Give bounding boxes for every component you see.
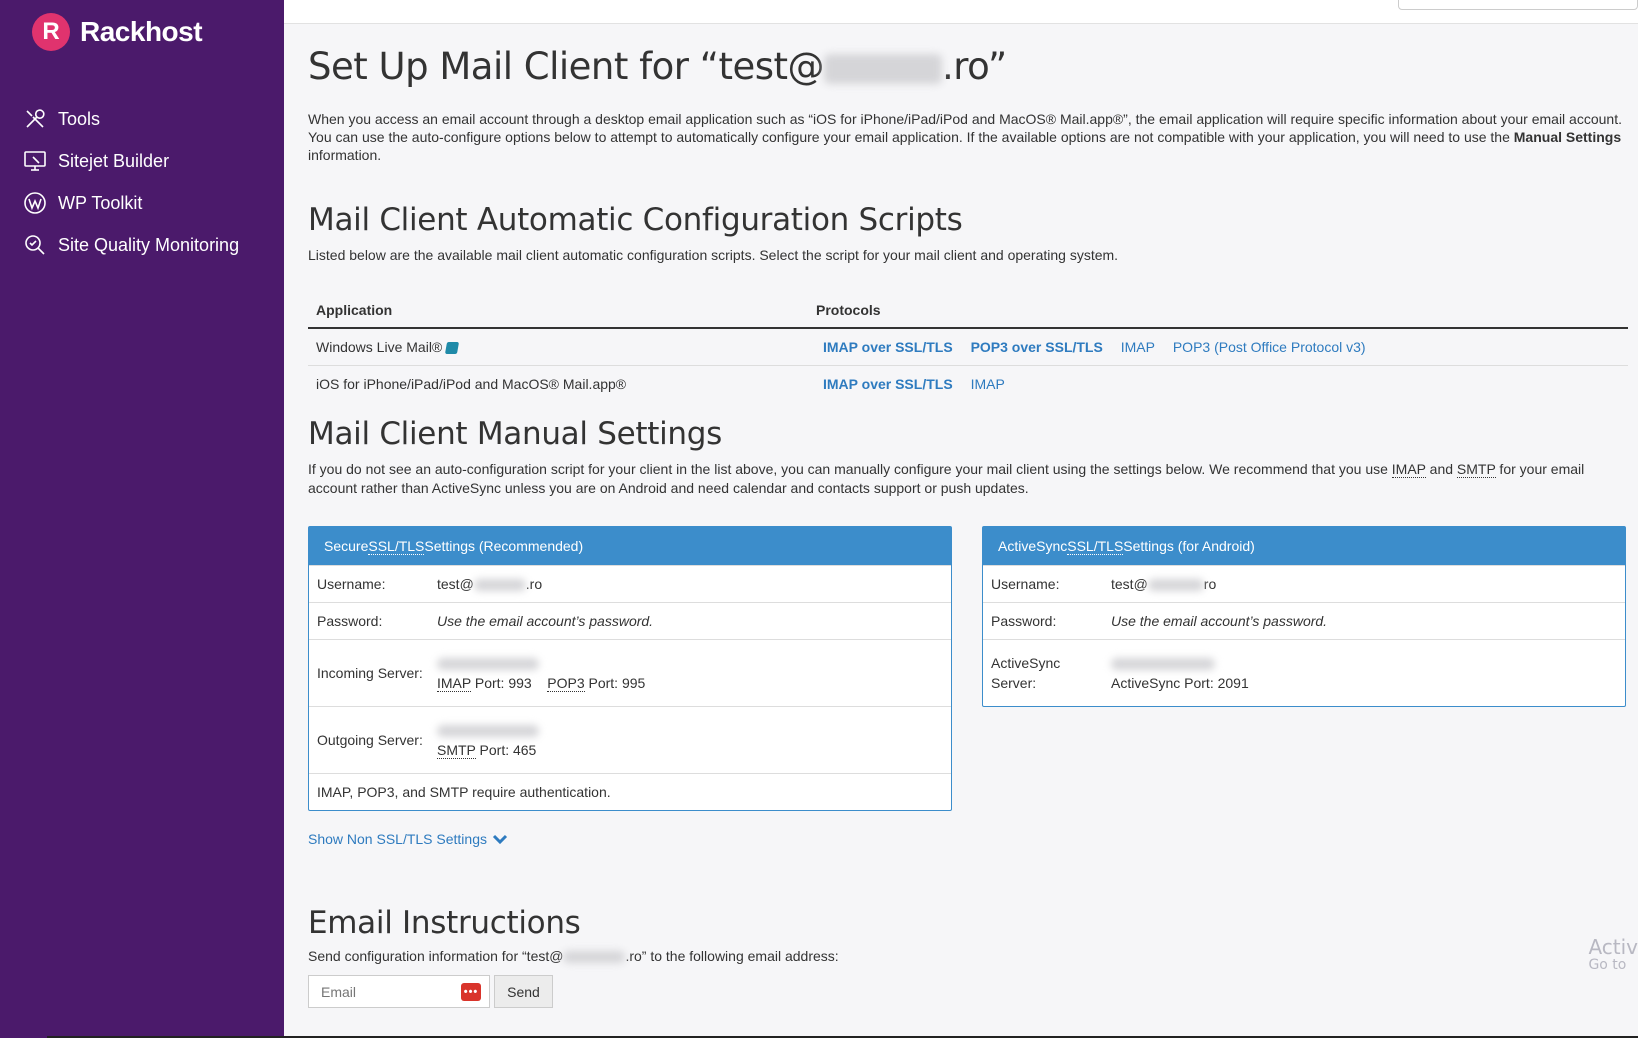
outgoing-server-row: Outgoing Server: SMTP Port: 465 xyxy=(309,706,951,773)
sidebar-item-tools[interactable]: Tools xyxy=(22,98,239,140)
manual-settings-desc: If you do not see an auto-configuration … xyxy=(308,461,1585,496)
table-row: Windows Live Mail® IMAP over SSL/TLS POP… xyxy=(308,328,1628,366)
auto-config-table: Application Protocols Windows Live Mail®… xyxy=(308,292,1628,402)
settings-panels: Secure SSL/TLS Settings (Recommended) Us… xyxy=(308,526,1628,811)
show-non-ssl-toggle[interactable]: Show Non SSL/TLS Settings xyxy=(308,831,508,847)
protocols-cell: IMAP over SSL/TLS IMAP xyxy=(808,365,1628,402)
intro-text: When you access an email account through… xyxy=(308,111,1622,163)
incoming-server-row: Incoming Server: IMAP Port: 993 POP3 Por… xyxy=(309,639,951,706)
top-bar xyxy=(284,0,1638,24)
redacted-domain xyxy=(824,53,943,84)
sitejet-icon xyxy=(22,148,48,174)
send-form: ••• Send xyxy=(308,975,1628,1008)
link-imap[interactable]: IMAP xyxy=(971,376,1005,392)
sidebar-item-wp-toolkit[interactable]: WP Toolkit xyxy=(22,182,239,224)
wordpress-icon xyxy=(22,190,48,216)
password-row: Password: Use the email account’s passwo… xyxy=(309,602,951,639)
sidebar-item-label: WP Toolkit xyxy=(58,192,143,213)
sidebar-item-sitejet[interactable]: Sitejet Builder xyxy=(22,140,239,182)
link-imap-ssl[interactable]: IMAP over SSL/TLS xyxy=(823,339,953,355)
app-cell: Windows Live Mail® xyxy=(308,328,808,366)
password-row: Password: Use the email account’s passwo… xyxy=(983,602,1625,639)
windows-live-tag-icon xyxy=(445,342,460,355)
link-imap-ssl[interactable]: IMAP over SSL/TLS xyxy=(823,376,953,392)
sidebar-nav: Tools Sitejet Builder WP Toolkit Site Qu… xyxy=(22,98,239,266)
logo-mark: R xyxy=(32,13,70,51)
auto-config-heading: Mail Client Automatic Configuration Scri… xyxy=(308,202,963,238)
column-header-protocols: Protocols xyxy=(808,292,1628,329)
windows-activation-watermark: Activ Go to xyxy=(1588,935,1638,973)
secure-panel-header: Secure SSL/TLS Settings (Recommended) xyxy=(309,527,951,565)
sidebar-item-label: Sitejet Builder xyxy=(58,150,170,171)
column-header-application: Application xyxy=(308,292,808,329)
main-content: Set Up Mail Client for “test@ .ro” When y… xyxy=(308,24,1628,1008)
site-quality-icon xyxy=(22,232,48,258)
sidebar-item-label: Site Quality Monitoring xyxy=(58,234,240,255)
redacted-server xyxy=(437,725,539,738)
email-field-wrapper: ••• xyxy=(308,975,490,1008)
app-cell: iOS for iPhone/iPad/iPod and MacOS® Mail… xyxy=(316,375,627,392)
auto-config-subtext: Listed below are the available mail clie… xyxy=(308,247,1119,263)
protocols-cell: IMAP over SSL/TLS POP3 over SSL/TLS IMAP… xyxy=(808,328,1628,366)
secure-settings-panel: Secure SSL/TLS Settings (Recommended) Us… xyxy=(308,526,952,811)
activesync-panel-header: ActiveSync SSL/TLS Settings (for Android… xyxy=(983,527,1625,565)
sidebar-item-site-quality[interactable]: Site Quality Monitoring xyxy=(22,224,239,266)
logo-text: Rackhost xyxy=(80,16,203,47)
email-instructions-text: Send configuration information for “test… xyxy=(308,948,839,964)
redacted-server xyxy=(1111,658,1215,671)
username-value: test@ .ro xyxy=(437,576,543,592)
chevron-down-icon xyxy=(492,834,508,845)
auth-note: IMAP, POP3, and SMTP require authenticat… xyxy=(309,773,951,810)
username-row: Username: test@ ro xyxy=(983,565,1625,602)
link-imap[interactable]: IMAP xyxy=(1121,339,1155,355)
activesync-settings-panel: ActiveSync SSL/TLS Settings (for Android… xyxy=(982,526,1626,707)
link-pop3-ssl[interactable]: POP3 over SSL/TLS xyxy=(971,339,1103,355)
redacted-server xyxy=(437,658,539,671)
email-instructions-heading: Email Instructions xyxy=(308,905,581,941)
password-manager-icon[interactable]: ••• xyxy=(461,983,481,1001)
table-row: iOS for iPhone/iPad/iPod and MacOS® Mail… xyxy=(308,365,1628,402)
link-pop3[interactable]: POP3 (Post Office Protocol v3) xyxy=(1173,339,1366,355)
tools-icon xyxy=(22,106,48,132)
activesync-server-row: ActiveSync Server: ActiveSync Port: 2091 xyxy=(983,639,1625,706)
brand-logo[interactable]: R Rackhost xyxy=(32,12,203,52)
sidebar: R Rackhost Tools Sitejet Builder WP Tool… xyxy=(0,0,284,1038)
manual-settings-heading: Mail Client Manual Settings xyxy=(308,416,722,452)
send-button[interactable]: Send xyxy=(494,975,553,1008)
page-title: Set Up Mail Client for “test@ .ro” xyxy=(308,45,1007,88)
top-search-input[interactable] xyxy=(1398,0,1638,10)
username-row: Username: test@ .ro xyxy=(309,565,951,602)
sidebar-item-label: Tools xyxy=(58,108,101,129)
